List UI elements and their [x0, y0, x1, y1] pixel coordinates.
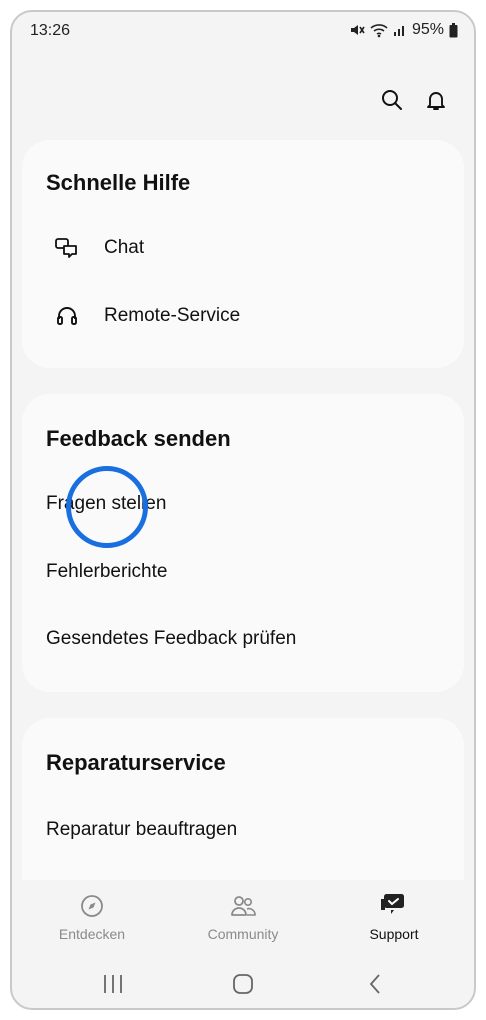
bell-icon[interactable] — [424, 88, 448, 112]
mute-icon — [349, 22, 365, 38]
sent-feedback-label: Gesendetes Feedback prüfen — [46, 628, 297, 649]
nav-support-label: Support — [369, 926, 419, 942]
ask-questions-label: Fragen stellen — [46, 493, 167, 514]
remote-service-label: Remote-Service — [104, 305, 241, 326]
bottom-navigation: Entdecken Community Support — [12, 880, 474, 952]
chat-icon — [54, 235, 80, 261]
back-icon[interactable] — [360, 972, 390, 996]
top-actions — [380, 88, 448, 112]
people-icon — [183, 892, 303, 920]
nav-community-label: Community — [207, 926, 279, 942]
headset-icon — [54, 303, 80, 329]
system-navigation-bar — [12, 958, 474, 1008]
home-icon[interactable] — [228, 972, 258, 996]
support-chat-icon — [334, 892, 454, 920]
battery-icon — [449, 22, 458, 38]
ask-questions-item[interactable]: Fragen stellen — [46, 482, 440, 526]
chat-item[interactable]: Chat — [46, 226, 440, 270]
repair-order-label: Reparatur beauftragen — [46, 819, 238, 840]
battery-level: 95% — [411, 21, 444, 38]
repair-order-item[interactable]: Reparatur beauftragen — [46, 808, 440, 852]
phone-screen: 13:26 95% Schnelle Hilfe Chat Remote-Ser… — [10, 10, 476, 1010]
status-time: 13:26 — [30, 22, 71, 39]
recents-icon[interactable] — [98, 972, 128, 996]
feedback-card: Feedback senden Fragen stellen Fehlerber… — [22, 394, 464, 692]
signal-icon — [393, 23, 407, 37]
search-icon[interactable] — [380, 88, 404, 112]
nav-discover[interactable]: Entdecken — [32, 892, 152, 942]
sent-feedback-item[interactable]: Gesendetes Feedback prüfen — [46, 617, 440, 661]
quick-help-title: Schnelle Hilfe — [46, 170, 191, 195]
status-icons: 95% — [349, 21, 458, 39]
status-bar: 13:26 95% — [12, 12, 474, 52]
error-reports-label: Fehlerberichte — [46, 561, 168, 582]
nav-discover-label: Entdecken — [58, 926, 126, 942]
chat-label: Chat — [104, 237, 145, 258]
remote-service-item[interactable]: Remote-Service — [46, 294, 440, 338]
compass-icon — [32, 892, 152, 920]
quick-help-card: Schnelle Hilfe Chat Remote-Service — [22, 140, 464, 368]
wifi-icon — [370, 22, 388, 38]
nav-community[interactable]: Community — [183, 892, 303, 942]
nav-support[interactable]: Support — [334, 892, 454, 942]
error-reports-item[interactable]: Fehlerberichte — [46, 550, 440, 594]
repair-title: Reparaturservice — [46, 750, 226, 775]
feedback-title: Feedback senden — [46, 426, 231, 451]
